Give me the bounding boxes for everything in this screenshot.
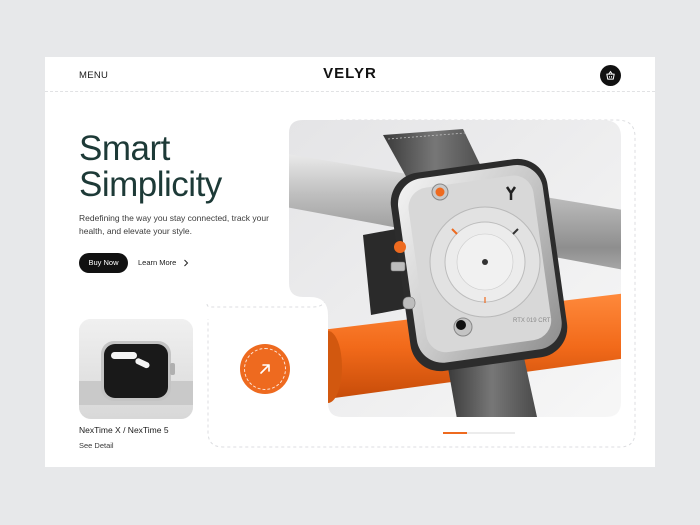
carousel-dot[interactable] <box>491 432 515 434</box>
landing-page: MENU VELYR Smart Simplicity Redefining t… <box>45 57 655 467</box>
watch-engraving: RTX 019 CRT <box>513 318 551 324</box>
carousel-dot-active[interactable] <box>443 432 467 434</box>
arrow-up-right-icon <box>260 364 270 374</box>
carousel-dot[interactable] <box>467 432 491 434</box>
explore-button-ring <box>244 348 286 390</box>
hero-image: RTX 019 CRT <box>289 120 621 417</box>
explore-button[interactable] <box>240 344 290 394</box>
carousel-indicator <box>443 432 515 434</box>
